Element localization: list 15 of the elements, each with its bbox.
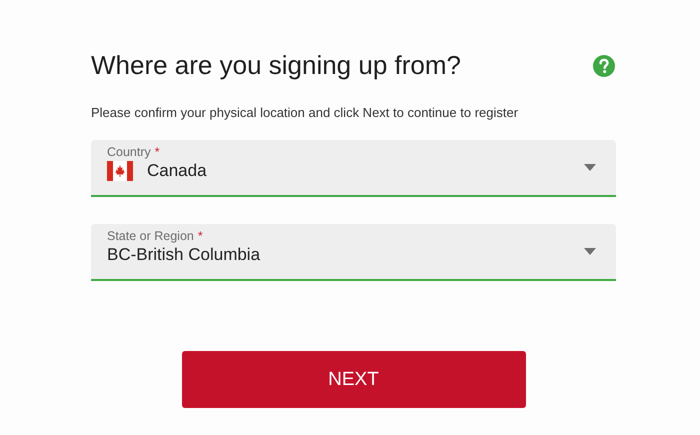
- required-mark: *: [154, 145, 160, 159]
- required-mark: *: [198, 229, 203, 243]
- page-title: Where are you signing up from?: [91, 50, 461, 81]
- next-button[interactable]: NEXT: [182, 351, 526, 408]
- field-label: Country: [107, 145, 151, 159]
- field-value: Canada: [147, 161, 207, 181]
- caret-icon: [584, 164, 596, 171]
- caret-icon: [584, 248, 596, 255]
- instruction-text: Please confirm your physical location and click Next to continue to register: [91, 105, 520, 120]
- field-value: BC-British Columbia: [107, 245, 260, 265]
- select-field[interactable]: Country * Canada: [91, 140, 616, 197]
- field-label: State or Region: [107, 229, 194, 243]
- help-icon[interactable]: [593, 54, 615, 76]
- flag-icon: [107, 161, 133, 181]
- select-field[interactable]: State or Region * BC-British Columbia: [91, 224, 616, 281]
